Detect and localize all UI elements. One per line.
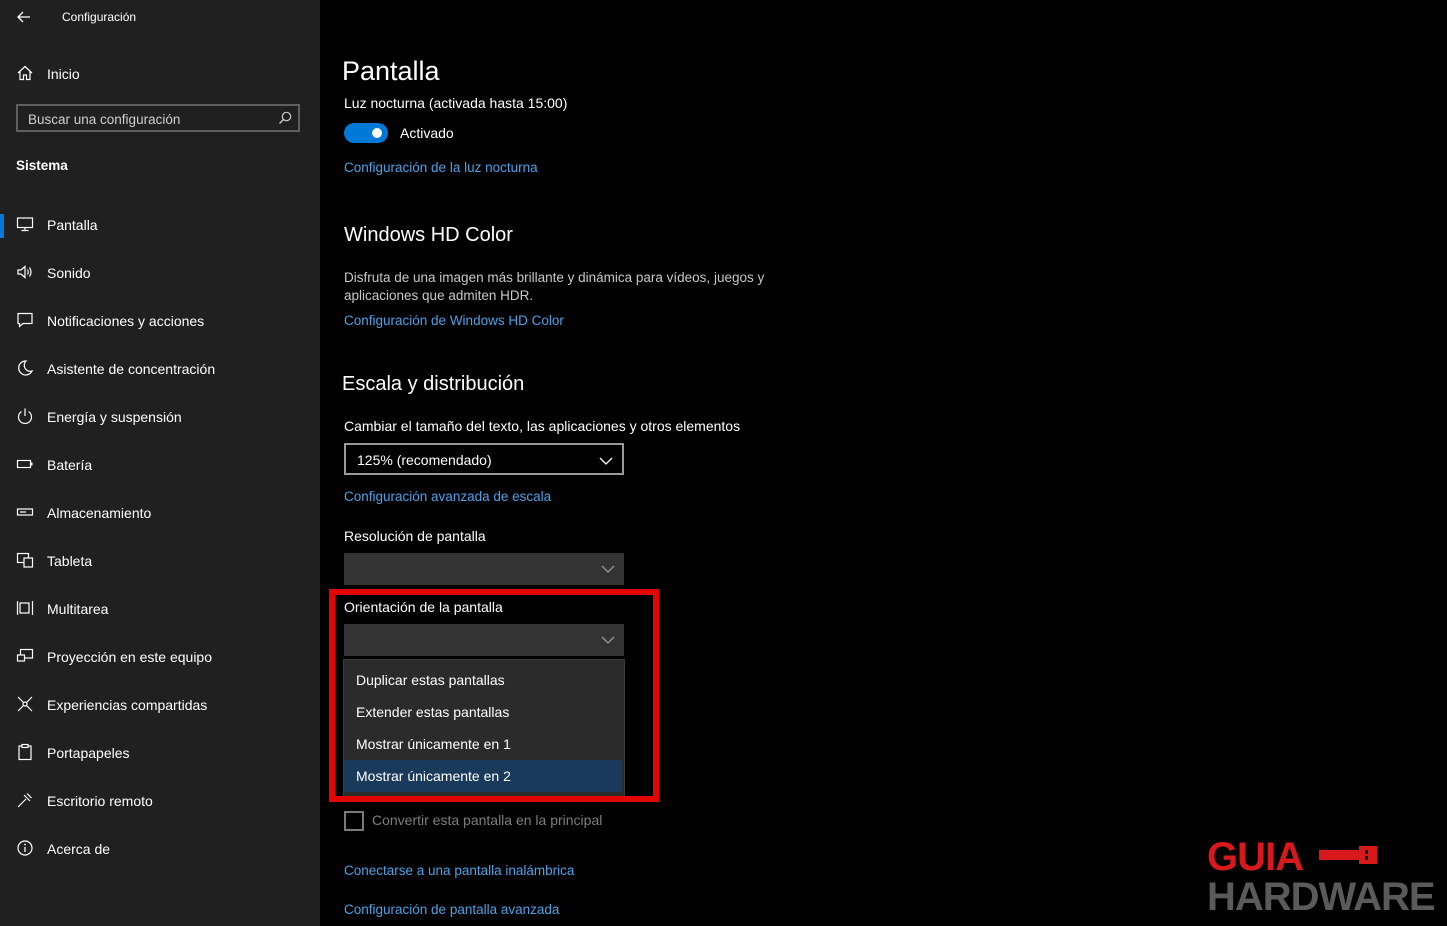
sidebar-item-concentracion[interactable]: Asistente de concentración [0,349,320,389]
resolution-label: Resolución de pantalla [344,528,486,544]
battery-icon [16,455,36,475]
scale-value: 125% (recomendado) [357,452,492,468]
sidebar-item-sonido[interactable]: Sonido [0,253,320,293]
moon-icon [16,359,36,379]
sidebar-item-escritorio-remoto[interactable]: Escritorio remoto [0,781,320,821]
sidebar-item-label: Asistente de concentración [47,361,216,377]
hdr-heading: Windows HD Color [344,224,513,246]
scale-heading: Escala y distribución [342,373,525,395]
sidebar-item-label: Sonido [47,265,91,281]
remote-desktop-icon [16,791,36,811]
hdr-settings-link[interactable]: Configuración de Windows HD Color [344,313,564,328]
share-icon [16,695,36,715]
storage-icon [16,503,36,523]
hdr-description: Disfruta de una imagen más brillante y d… [344,270,765,303]
main-display-checkbox[interactable] [344,811,364,831]
sidebar-item-label: Escritorio remoto [47,793,153,809]
sidebar-item-pantalla[interactable]: Pantalla [0,205,320,245]
toggle-state-label: Activado [400,125,454,141]
sidebar-item-almacenamiento[interactable]: Almacenamiento [0,493,320,533]
scale-dropdown[interactable]: 125% (recomendado) [344,443,624,475]
sidebar-item-experiencias[interactable]: Experiencias compartidas [0,685,320,725]
sidebar-item-proyeccion[interactable]: Proyección en este equipo [0,637,320,677]
search-icon[interactable] [277,110,293,126]
back-button[interactable] [14,7,34,27]
sidebar-item-label: Acerca de [47,841,111,857]
night-light-settings-link[interactable]: Configuración de la luz nocturna [344,160,538,175]
sidebar-item-bateria[interactable]: Batería [0,445,320,485]
tablet-icon [16,551,36,571]
page-title: Pantalla [342,56,440,86]
sidebar-item-label: Multitarea [47,601,109,617]
sidebar-item-tableta[interactable]: Tableta [0,541,320,581]
red-highlight-box [329,589,659,802]
chevron-down-icon [601,565,615,573]
night-light-label: Luz nocturna (activada hasta 15:00) [344,95,568,111]
projection-icon [16,647,36,667]
resolution-dropdown[interactable] [344,553,624,585]
sidebar-item-notificaciones[interactable]: Notificaciones y acciones [0,301,320,341]
home-icon [16,64,36,84]
main-content: Pantalla Luz nocturna (activada hasta 15… [320,0,1447,926]
chevron-down-icon [599,457,613,465]
multitask-icon [16,599,36,619]
sidebar-item-portapapeles[interactable]: Portapapeles [0,733,320,773]
sidebar-item-label: Energía y suspensión [47,409,182,425]
back-arrow-icon [17,11,30,23]
svg-text:GUIA: GUIA [1207,835,1303,879]
sidebar-item-acerca-de[interactable]: Acerca de [0,829,320,869]
sidebar-item-label: Notificaciones y acciones [47,313,205,329]
sidebar-item-label: Experiencias compartidas [47,697,208,713]
monitor-icon [16,215,36,235]
advanced-scale-link[interactable]: Configuración avanzada de escala [344,489,551,504]
search-box[interactable] [16,104,300,132]
sidebar-item-label: Tableta [47,553,93,569]
sidebar-item-energia[interactable]: Energía y suspensión [0,397,320,437]
clipboard-icon [16,743,36,763]
main-display-checkbox-label: Convertir esta pantalla en la principal [372,812,603,828]
sidebar-item-multitarea[interactable]: Multitarea [0,589,320,629]
search-input[interactable] [18,106,280,132]
sidebar-item-label: Inicio [47,66,80,82]
speaker-icon [16,263,36,283]
info-icon [16,839,36,859]
sidebar-item-label: Proyección en este equipo [47,649,212,665]
sidebar: Configuración Inicio Sistema Pantalla So… [0,0,320,926]
sidebar-item-label: Almacenamiento [47,505,152,521]
svg-text:HARDWARE: HARDWARE [1207,875,1435,914]
sidebar-item-label: Batería [47,457,93,473]
app-title: Configuración [62,10,137,24]
wireless-display-link[interactable]: Conectarse a una pantalla inalámbrica [344,863,574,878]
sidebar-item-label: Pantalla [47,217,98,233]
size-label: Cambiar el tamaño del texto, las aplicac… [344,418,741,434]
section-heading: Sistema [16,158,68,173]
night-light-toggle[interactable] [344,123,388,143]
guia-hardware-logo: GUIA HARDWARE [1207,835,1436,914]
sidebar-item-home[interactable]: Inicio [0,58,320,88]
sidebar-item-label: Portapapeles [47,745,130,761]
power-icon [16,407,36,427]
title-bar: Configuración [0,0,320,34]
advanced-display-link[interactable]: Configuración de pantalla avanzada [344,902,559,917]
notification-icon [16,311,36,331]
